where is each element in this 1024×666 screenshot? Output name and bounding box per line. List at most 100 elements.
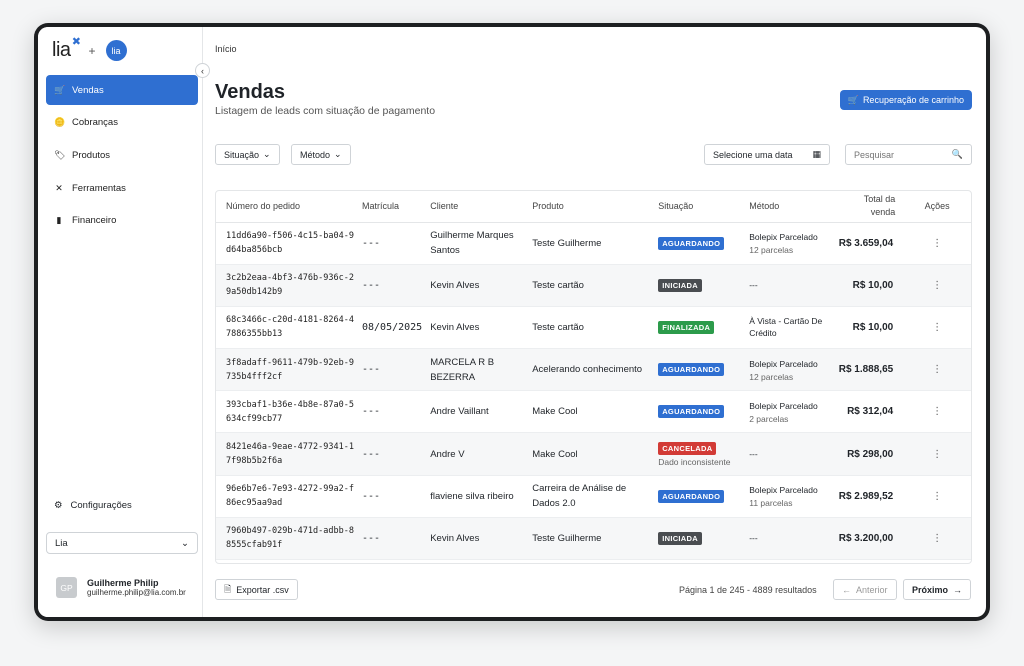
logo[interactable]: lia ✖ + lia bbox=[52, 36, 127, 62]
next-page-label: Próximo bbox=[912, 584, 949, 595]
export-csv-button[interactable]: 🗎 Exportar .csv bbox=[215, 579, 298, 600]
sidebar-item-vendas[interactable]: 🛒 Vendas bbox=[46, 75, 198, 105]
file-icon: 🗎 bbox=[224, 583, 232, 594]
page-title: Vendas bbox=[215, 81, 286, 103]
produto-cell: Teste Guilherme bbox=[528, 517, 655, 561]
status-badge: INICIADA bbox=[658, 278, 702, 292]
logo-text: lia bbox=[52, 39, 71, 61]
order-id[interactable]: 96e6b7e6-7e93-4272-99a2-f86ec95aa9ad bbox=[226, 482, 354, 510]
calendar-icon: ▦ bbox=[812, 149, 821, 159]
total-value: R$ 10,00 bbox=[852, 321, 894, 333]
metodo-filter[interactable]: Método ⌄ bbox=[291, 144, 351, 165]
table-row[interactable]: 7960b497-029b-471d-adbb-88555cfab91f --- K… bbox=[216, 517, 971, 561]
order-id[interactable]: 68c3466c-c20d-4181-8264-47886355bb13 bbox=[226, 313, 354, 341]
workspace-select[interactable]: Lia ⌄ bbox=[46, 532, 198, 554]
chevron-down-icon: ⌄ bbox=[263, 149, 271, 159]
more-actions-icon[interactable]: ⋮ bbox=[932, 533, 942, 544]
order-id[interactable]: 7960b497-029b-471d-adbb-88555cfab91f bbox=[226, 524, 354, 552]
cart-recovery-button[interactable]: 🛒 Recuperação de carrinho bbox=[839, 90, 972, 110]
col-header-produto[interactable]: Produto bbox=[528, 191, 655, 223]
previous-page-button[interactable]: ← Anterior bbox=[833, 579, 897, 600]
table-row[interactable]: 11dd6a90-f506-4c15-ba04-9d64ba856bcb --- G… bbox=[216, 222, 971, 265]
order-id[interactable]: 11dd6a90-f506-4c15-ba04-9d64ba856bcb bbox=[226, 229, 354, 257]
search-field[interactable]: 🔍 bbox=[845, 144, 972, 165]
more-actions-icon[interactable]: ⋮ bbox=[932, 406, 942, 417]
metodo-value: Bolepix Parcelado bbox=[749, 232, 818, 243]
sidebar-item-financeiro[interactable]: ▮ Financeiro bbox=[46, 206, 198, 236]
situacao-cell: FINALIZADA bbox=[654, 306, 746, 350]
order-id[interactable]: 393cbaf1-b36e-4b8e-87a0-5634cf99cb77 bbox=[226, 398, 354, 426]
sidebar-item-label: Financeiro bbox=[72, 215, 117, 227]
cliente-cell: Andre V bbox=[426, 432, 529, 476]
col-header-situacao[interactable]: Situação bbox=[654, 191, 746, 223]
cliente-name: Kevin Alves bbox=[430, 532, 480, 544]
sidebar-item-produtos[interactable]: 🏷 Produtos bbox=[46, 140, 198, 170]
order-id[interactable]: 8421e46a-9eae-4772-9341-17f98b5b2f6a bbox=[226, 440, 354, 468]
col-header-total[interactable]: Total da venda bbox=[833, 191, 904, 223]
cliente-name: flaviene silva ribeiro bbox=[430, 490, 514, 502]
more-actions-icon[interactable]: ⋮ bbox=[932, 491, 942, 502]
table-row[interactable]: 8421e46a-9eae-4772-9341-17f98b5b2f6a --- A… bbox=[216, 432, 971, 476]
table-row[interactable]: 3f8adaff-9611-479b-92eb-9735b4fff2cf --- M… bbox=[216, 348, 971, 392]
order-id[interactable]: 3c2b2eaa-4bf3-476b-936c-29a50db142b9 bbox=[226, 271, 354, 299]
status-badge: FINALIZADA bbox=[658, 320, 715, 334]
sidebar-item-label: Vendas bbox=[72, 84, 104, 96]
settings-link[interactable]: ⚙ Configurações bbox=[54, 500, 132, 511]
metodo-value: Bolepix Parcelado bbox=[749, 358, 818, 369]
table-row[interactable]: 96e6b7e6-7e93-4272-99a2-f86ec95aa9ad --- f… bbox=[216, 475, 971, 518]
sidebar-item-ferramentas[interactable]: ✕ Ferramentas bbox=[46, 173, 198, 203]
metodo-value: À Vista - Cartão De Crédito bbox=[749, 316, 823, 339]
cliente-name: Guilherme Marques Santos bbox=[430, 230, 514, 257]
col-header-order[interactable]: Número do pedido bbox=[216, 191, 358, 223]
table-row[interactable]: 393cbaf1-b36e-4b8e-87a0-5634cf99cb77 --- A… bbox=[216, 390, 971, 434]
more-actions-icon[interactable]: ⋮ bbox=[932, 238, 942, 249]
produto-name: Teste Guilherme bbox=[532, 237, 602, 249]
metodo-filter-label: Método bbox=[300, 149, 331, 160]
breadcrumb[interactable]: Início bbox=[215, 44, 237, 54]
produto-name: Teste cartão bbox=[532, 321, 584, 333]
tools-icon: ✕ bbox=[55, 182, 63, 193]
table-row[interactable]: 68c3466c-c20d-4181-8264-47886355bb13 08/0… bbox=[216, 306, 971, 350]
sidebar-item-cobrancas[interactable]: 🪙 Cobranças bbox=[46, 108, 198, 138]
col-header-metodo[interactable]: Método bbox=[745, 191, 834, 223]
search-input[interactable] bbox=[854, 149, 944, 160]
col-header-matricula[interactable]: Matrícula bbox=[358, 191, 427, 223]
more-actions-icon[interactable]: ⋮ bbox=[932, 449, 942, 460]
cliente-cell: Guilherme Marques Santos bbox=[426, 222, 529, 265]
order-id-cell: 3f8adaff-9611-479b-92eb-9735b4fff2cf bbox=[216, 348, 358, 392]
metodo-value: --- bbox=[749, 533, 758, 544]
produto-cell: Make Cool bbox=[528, 390, 655, 434]
matricula-value: --- bbox=[362, 406, 381, 418]
actions-cell: ⋮ bbox=[903, 348, 971, 392]
more-actions-icon[interactable]: ⋮ bbox=[932, 280, 942, 291]
situacao-filter[interactable]: Situação ⌄ bbox=[215, 144, 280, 165]
bar-chart-icon: ▮ bbox=[56, 215, 62, 226]
device-frame: lia ✖ + lia 🛒 Vendas 🪙 Cobranças 🏷 Produt… bbox=[34, 23, 990, 621]
collapse-sidebar-button[interactable]: ‹ bbox=[195, 63, 210, 78]
matricula-cell: --- bbox=[358, 264, 427, 307]
date-picker[interactable]: Selecione uma data ▦ bbox=[704, 144, 830, 165]
search-icon[interactable]: 🔍 bbox=[952, 149, 963, 160]
sidebar-item-label: Cobranças bbox=[72, 117, 118, 129]
main-content: Início Vendas Listagem de leads com situ… bbox=[203, 27, 986, 617]
order-id[interactable]: 3f8adaff-9611-479b-92eb-9735b4fff2cf bbox=[226, 356, 354, 384]
situacao-cell: CANCELADA Dado inconsistente bbox=[654, 432, 746, 476]
user-profile[interactable]: GP Guilherme Philip guilherme.philip@lia… bbox=[56, 577, 186, 598]
produto-cell: Teste cartão bbox=[528, 306, 655, 350]
more-actions-icon[interactable]: ⋮ bbox=[932, 322, 942, 333]
more-actions-icon[interactable]: ⋮ bbox=[932, 364, 942, 375]
cart-icon: 🛒 bbox=[54, 84, 66, 95]
total-cell: R$ 3.659,04 bbox=[833, 222, 904, 265]
metodo-cell: --- bbox=[745, 517, 834, 561]
metodo-value: Bolepix Parcelado bbox=[749, 485, 818, 496]
avatar: GP bbox=[56, 577, 77, 598]
total-value: R$ 3.659,04 bbox=[838, 237, 894, 249]
produto-cell: Teste cartão bbox=[528, 264, 655, 307]
total-value: R$ 298,00 bbox=[847, 448, 894, 460]
next-page-button[interactable]: Próximo → bbox=[903, 579, 972, 600]
total-cell: R$ 10,00 bbox=[833, 264, 904, 307]
situacao-filter-label: Situação bbox=[224, 149, 260, 160]
table-row[interactable]: 3c2b2eaa-4bf3-476b-936c-29a50db142b9 --- K… bbox=[216, 264, 971, 307]
produto-name: Make Cool bbox=[532, 448, 578, 460]
col-header-cliente[interactable]: Cliente bbox=[426, 191, 529, 223]
